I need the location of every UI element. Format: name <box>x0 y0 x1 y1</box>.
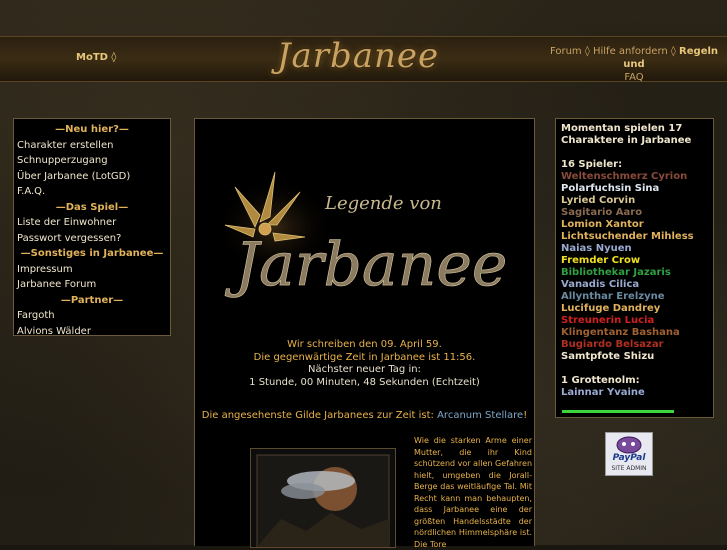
player-name[interactable]: Allynthar Erelzyne <box>561 291 708 303</box>
player-name[interactable]: Fremder Crow <box>561 255 708 267</box>
nav-link[interactable]: Alvions Wälder <box>14 324 170 340</box>
nav-link[interactable]: F.A.Q. <box>14 184 170 200</box>
players-header: 16 Spieler: <box>561 159 623 170</box>
player-name[interactable]: Lichtsuchender Mihless <box>561 231 708 243</box>
paypal-label: PayPal <box>612 453 646 463</box>
nav-link[interactable]: Liste der Einwohner <box>14 215 170 231</box>
top-nav: Forum ◊ Hilfe anfordern ◊ Regeln und FAQ <box>543 45 725 84</box>
player-name[interactable]: Polarfuchsin Sina <box>561 183 708 195</box>
guild-name-link[interactable]: Arcanum Stellare <box>437 410 523 421</box>
player-name[interactable]: Vanadis Cilica <box>561 279 708 291</box>
player-name[interactable]: Klingentanz Bashana <box>561 327 708 339</box>
online-header: Momentan spielen 17 Charaktere in Jarban… <box>561 123 692 146</box>
site-logo[interactable]: Jarbanee <box>258 24 458 88</box>
nav-link[interactable]: Impressum <box>14 262 170 278</box>
online-panel: Momentan spielen 17 Charaktere in Jarban… <box>555 118 714 418</box>
player-name[interactable]: Bugiardo Belsazar <box>561 339 708 351</box>
paypal-sub: SITE ADMIN <box>611 465 647 472</box>
time-line: Die gegenwärtige Zeit in Jarbanee ist 11… <box>253 351 476 363</box>
player-name[interactable]: Streunerin Lucia <box>561 315 708 327</box>
guild-line: Die angesehenste Gilde Jarbanees zur Zei… <box>195 410 534 421</box>
nav-link[interactable]: Schnupperzugang <box>14 153 170 169</box>
player-name[interactable]: Sagitario Aaro <box>561 207 708 219</box>
nav-section-header: —Partner— <box>60 294 124 306</box>
date-line: Wir schreiben den 09. April 59. <box>287 339 442 350</box>
motd-link[interactable]: MoTD ◊ <box>76 52 116 63</box>
nav-link[interactable]: Jarbanee Forum <box>14 277 170 293</box>
title-small: Legende von <box>324 193 442 214</box>
nav-link[interactable]: Über Jarbanee (LotGD) <box>14 169 170 185</box>
nav-section-header: —Neu hier?— <box>55 124 129 135</box>
countdown: 1 Stunde, 00 Minuten, 48 Sekunden (Echtz… <box>249 376 480 388</box>
player-name[interactable]: Lomion Xantor <box>561 219 708 231</box>
nav-link[interactable]: Charakter erstellen <box>14 138 170 154</box>
nav-section-header: —Das Spiel— <box>55 201 129 213</box>
nav-section-header: —Sonstiges in Jarbanee— <box>20 248 164 259</box>
logo-text: Jarbanee <box>276 36 440 76</box>
player-name[interactable]: Weltenschmerz Cyrion <box>561 171 708 183</box>
player-name[interactable]: Lainnar Yvaine <box>561 387 708 399</box>
guild-prefix: Die angesehenste Gilde Jarbanees zur Zei… <box>201 410 438 421</box>
title-big: Jarbanee <box>224 230 507 300</box>
left-nav: —Neu hier?— Charakter erstellen Schnupperz… <box>13 118 171 337</box>
player-name[interactable]: Lucifuge Dandrey <box>561 303 708 315</box>
paypal-button[interactable]: PayPal SITE ADMIN <box>605 432 653 476</box>
nav-link[interactable]: Fargoth <box>14 308 170 324</box>
hilfe-link[interactable]: Hilfe anfordern ◊ <box>593 46 676 57</box>
faq-link[interactable]: FAQ <box>624 72 643 83</box>
player-name[interactable]: Bibliothekar Jazaris <box>561 267 708 279</box>
story-image <box>250 448 396 548</box>
story-text: Wie die starken Arme einer Mutter, die i… <box>414 436 533 549</box>
grotten-list: Lainnar Yvaine <box>561 387 708 399</box>
title-artwork: Legende von Jarbanee <box>215 171 508 300</box>
nav-link[interactable]: Passwort vergessen? <box>14 231 170 247</box>
divider-bar <box>562 410 674 413</box>
player-name[interactable]: Naias Nyuen <box>561 243 708 255</box>
forum-link[interactable]: Forum ◊ <box>550 46 590 57</box>
paypal-icon <box>616 436 642 454</box>
grotten-header: 1 Grottenolm: <box>561 375 640 386</box>
guild-suffix: ! <box>523 410 528 421</box>
player-name[interactable]: Samtpfote Shizu <box>561 351 708 363</box>
time-info: Wir schreiben den 09. April 59. Die gege… <box>195 339 534 389</box>
next-day-label: Nächster neuer Tag in: <box>308 364 421 375</box>
main-content: Legende von Jarbanee Wir schreiben den 0… <box>194 118 535 549</box>
player-name[interactable]: Lyried Corvin <box>561 195 708 207</box>
player-list: Weltenschmerz Cyrion Polarfuchsin Sina Lyr… <box>561 171 708 363</box>
